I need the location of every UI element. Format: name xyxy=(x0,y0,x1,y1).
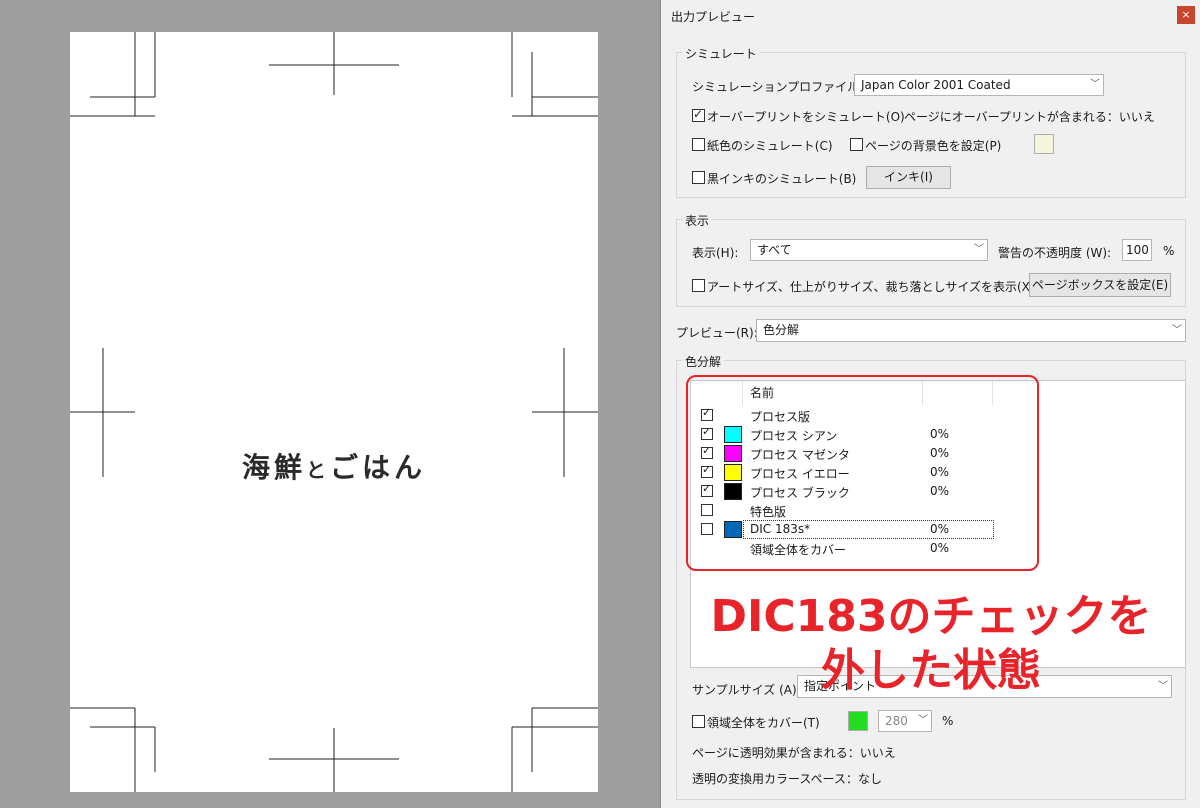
show-label: 表示(H): xyxy=(692,246,739,260)
annotation-line-1: DIC183のチェックを xyxy=(710,591,1152,642)
annotation-line-2: 外した状態 xyxy=(821,645,1041,696)
chevron-down-icon: ﹀ xyxy=(1172,325,1182,336)
opacity-unit: % xyxy=(1163,244,1175,258)
profile-label: シミュレーションプロファイル(S): xyxy=(692,80,881,94)
coverage-label: 領域全体をカバー(T) xyxy=(707,716,820,730)
opacity-input[interactable]: 100 xyxy=(1122,239,1152,261)
coverage-unit: % xyxy=(942,714,954,728)
document-page: 海鮮とごはん xyxy=(70,32,598,792)
coverage-value: 280 xyxy=(885,714,908,728)
coverage-checkbox[interactable] xyxy=(692,715,705,728)
show-boxes-checkbox[interactable] xyxy=(692,279,705,292)
bg-color-checkbox[interactable] xyxy=(850,138,863,151)
black-ink-label: 黒インキのシミュレート(B) xyxy=(707,172,857,186)
coverage-color-swatch[interactable] xyxy=(848,711,868,731)
chevron-down-icon: ﹀ xyxy=(1090,79,1100,90)
close-button[interactable]: × xyxy=(1177,6,1195,24)
black-ink-checkbox[interactable] xyxy=(692,171,705,184)
preview-label: プレビュー(R): xyxy=(676,326,758,340)
chevron-down-icon: ﹀ xyxy=(974,244,984,255)
paper-color-checkbox[interactable] xyxy=(692,138,705,151)
show-boxes-label: アートサイズ、仕上がりサイズ、裁ち落としサイズを表示(X) xyxy=(707,280,1035,294)
display-group-label: 表示 xyxy=(682,212,713,229)
annotation-highlight-box xyxy=(686,375,1039,571)
show-value: すべて xyxy=(757,243,792,257)
show-select[interactable]: すべて ﹀ xyxy=(750,239,988,261)
separations-group-label: 色分解 xyxy=(682,353,725,370)
document-title: 海鮮とごはん xyxy=(241,451,427,484)
ink-button[interactable]: インキ(I) xyxy=(866,166,951,189)
dialog-titlebar: 出力プレビュー × xyxy=(661,0,1200,30)
profile-select[interactable]: Japan Color 2001 Coated ﹀ xyxy=(854,74,1104,96)
overprint-label: オーバープリントをシミュレート(O) xyxy=(707,110,905,124)
paper-color-label: 紙色のシミュレート(C) xyxy=(707,139,833,153)
opacity-label: 警告の不透明度 (W): xyxy=(998,246,1112,260)
pagebox-button[interactable]: ページボックスを設定(E) xyxy=(1029,273,1171,297)
chevron-down-icon: ﹀ xyxy=(918,715,928,726)
annotation-text: DIC183のチェックを 外した状態 xyxy=(686,590,1176,698)
overprint-checkbox[interactable] xyxy=(692,107,705,122)
bg-color-label: ページの背景色を設定(P) xyxy=(865,139,1002,153)
bg-color-swatch[interactable] xyxy=(1034,134,1054,154)
preview-value: 色分解 xyxy=(763,323,800,337)
preview-select[interactable]: 色分解 ﹀ xyxy=(756,319,1186,342)
document-canvas: 海鮮とごはん xyxy=(0,0,660,808)
overprint-info: ページにオーバープリントが含まれる：いいえ xyxy=(904,110,1155,124)
profile-value: Japan Color 2001 Coated xyxy=(861,78,1011,92)
dialog-title: 出力プレビュー xyxy=(671,10,756,24)
transparency-info: ページに透明効果が含まれる：いいえ xyxy=(692,746,896,760)
coverage-value-select[interactable]: 280 ﹀ xyxy=(878,710,932,732)
simulate-group-label: シミュレート xyxy=(682,45,760,62)
crop-marks xyxy=(70,32,598,792)
blend-space-info: 透明の変換用カラースペース：なし xyxy=(692,772,882,786)
